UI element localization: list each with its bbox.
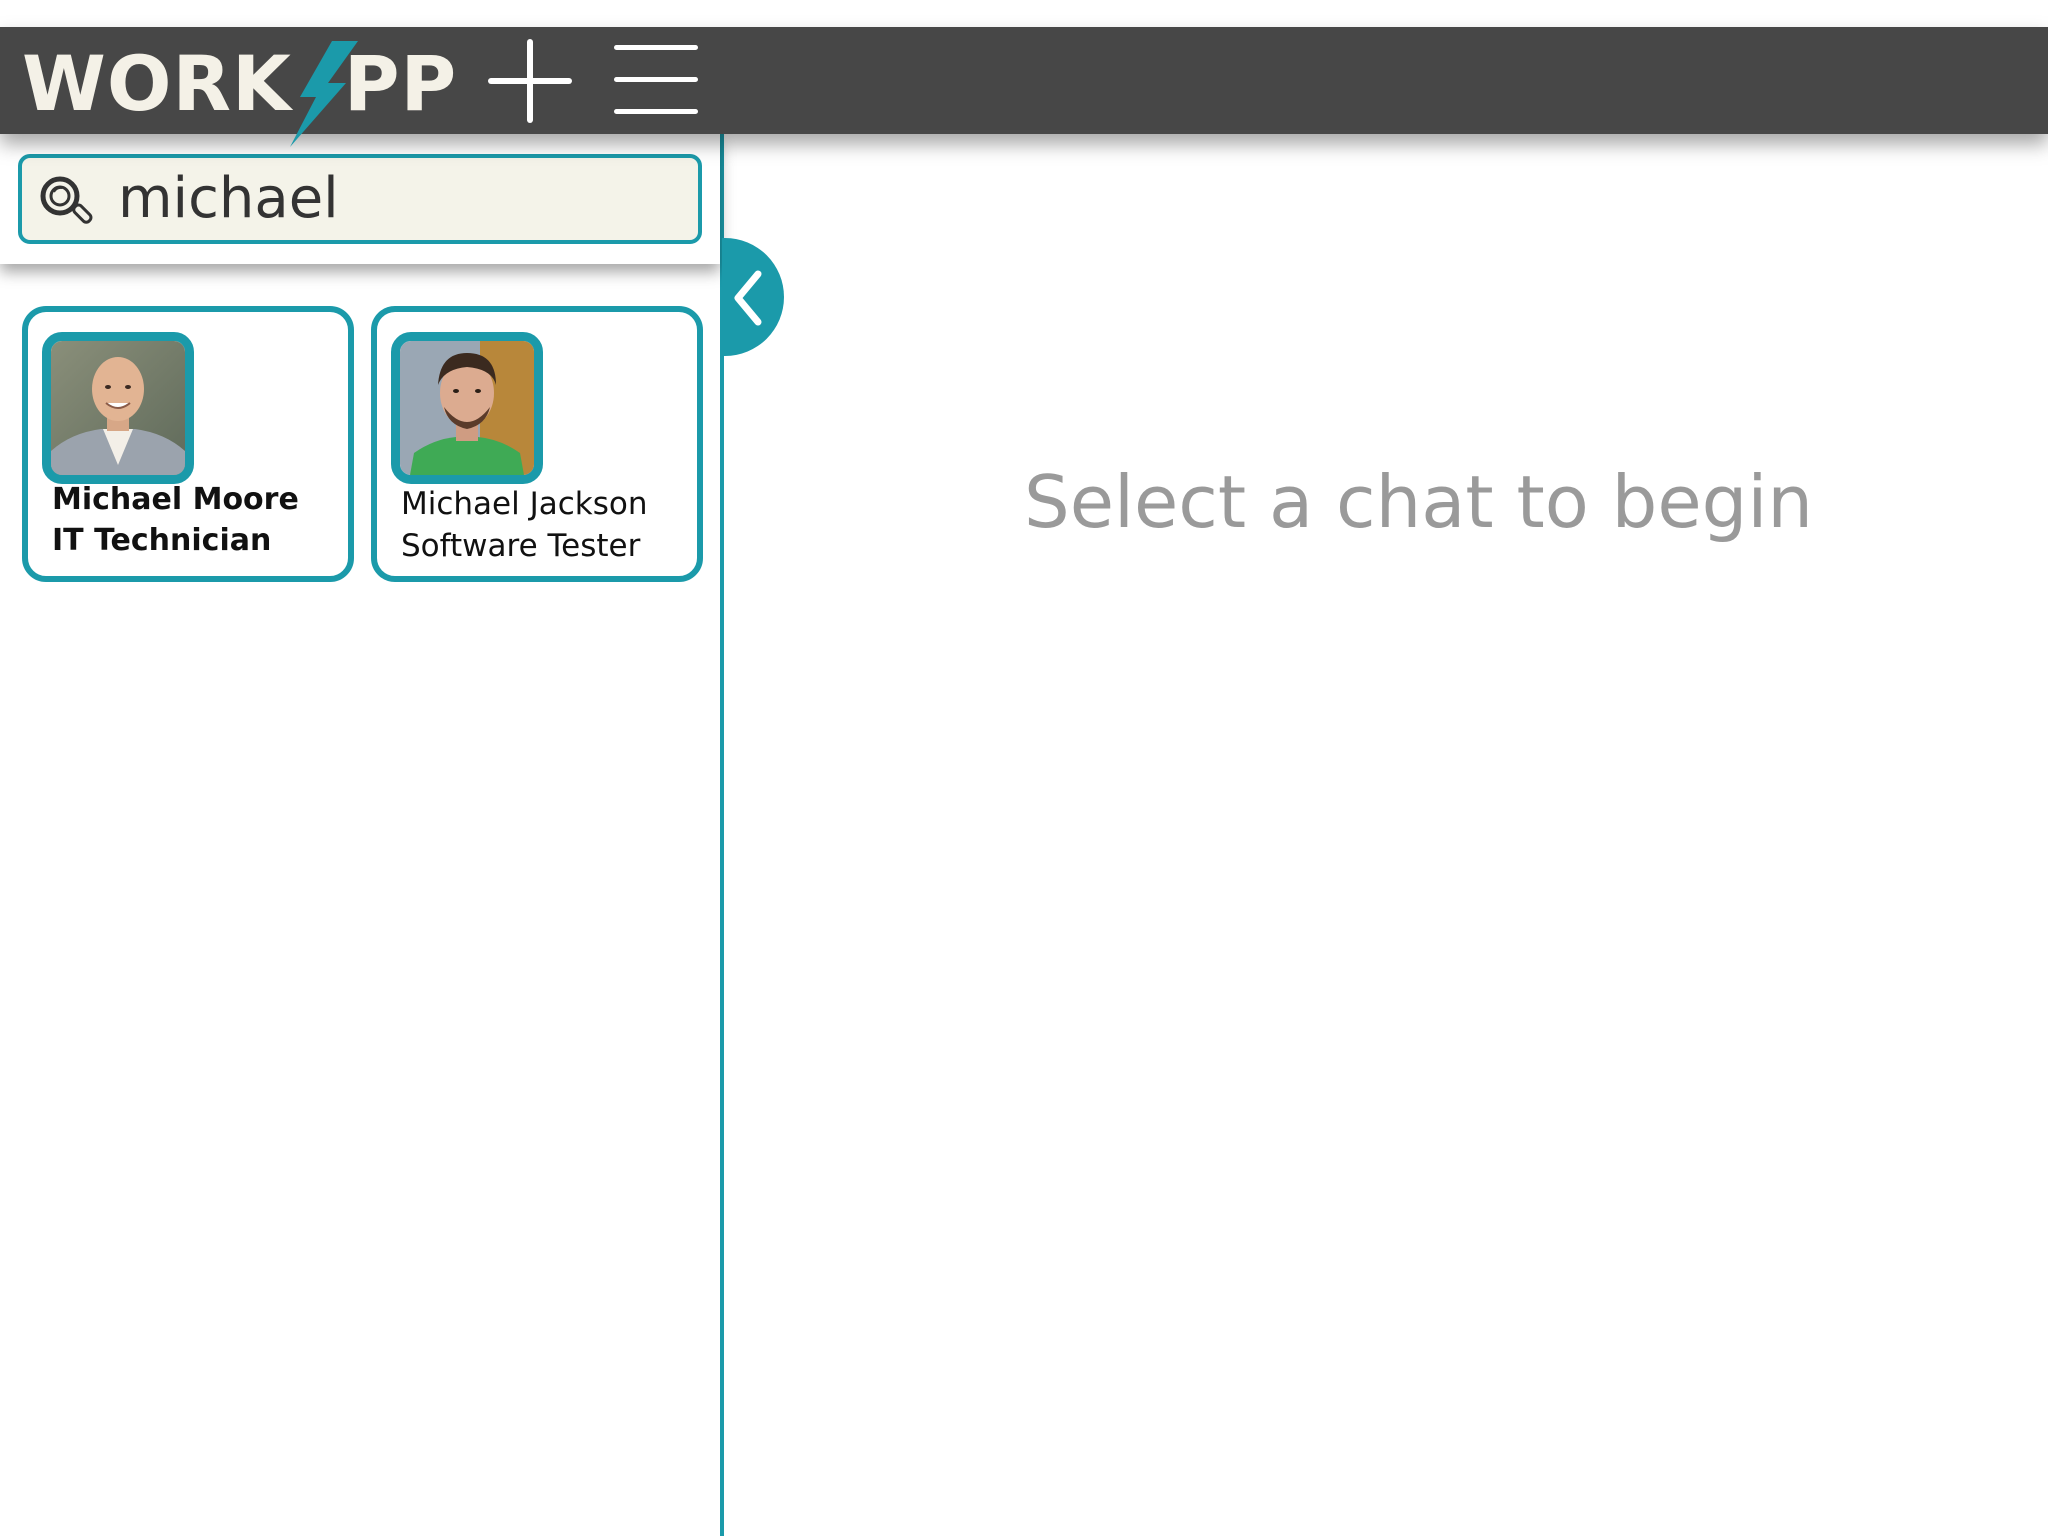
plus-icon xyxy=(488,39,572,123)
contact-name: Michael Moore xyxy=(52,482,299,517)
search-input[interactable] xyxy=(118,162,678,236)
logo-text-left: WORK xyxy=(22,39,292,128)
lightning-bolt-icon xyxy=(289,39,358,147)
chevron-left-icon xyxy=(734,270,762,326)
hamburger-menu-icon xyxy=(614,45,698,114)
empty-state-message: Select a chat to begin xyxy=(1024,460,1813,544)
contact-name: Michael Jackson xyxy=(401,486,648,522)
top-bar: WORK PP xyxy=(0,27,2048,147)
avatar xyxy=(391,332,543,484)
search-panel xyxy=(0,134,720,264)
menu-button[interactable] xyxy=(612,41,700,119)
add-chat-button[interactable] xyxy=(486,37,574,125)
contact-card[interactable]: Michael Moore IT Technician xyxy=(22,306,354,582)
avatar xyxy=(42,332,194,484)
contact-card[interactable]: Michael Jackson Software Tester xyxy=(371,306,703,582)
contact-role: IT Technician xyxy=(52,523,272,558)
search-icon xyxy=(40,176,93,224)
workapp-logo: WORK PP xyxy=(22,39,456,147)
search-box[interactable] xyxy=(18,154,702,244)
logo-text-right: PP xyxy=(343,39,458,128)
contact-role: Software Tester xyxy=(401,528,641,564)
collapse-sidebar-button[interactable] xyxy=(722,238,784,356)
